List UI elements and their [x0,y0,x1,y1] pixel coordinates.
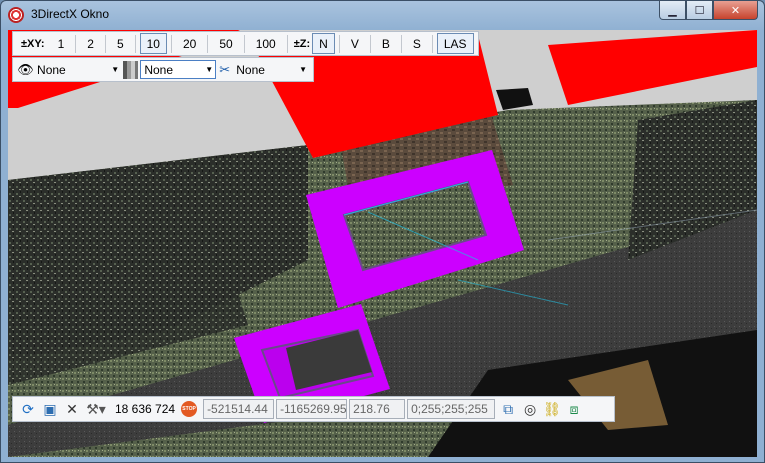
maximize-button[interactable]: ☐ [686,1,713,20]
filter-dropdown[interactable]: None ▼ [233,60,309,79]
visibility-value: None [37,62,66,77]
y-coordinate-field: -1165269.95 [276,399,348,419]
color-value-field: 0;255;255;255 [407,399,496,419]
separator [134,34,136,53]
step-button-20[interactable]: 20 [176,33,203,54]
view-button-n[interactable]: N [312,33,335,54]
z-label: ±Z: [293,37,311,50]
close-button[interactable]: ✕ [713,1,758,20]
sync-windows-icon[interactable]: ⧈ [563,399,585,419]
close-icon: ✕ [730,4,741,17]
chevron-down-icon: ▼ [299,65,308,74]
view-button-v[interactable]: V [344,33,366,54]
z-coordinate-field: 218.76 [349,399,406,419]
separator [170,34,172,53]
copy-icon[interactable]: ⧉ [497,399,519,419]
cross-icon[interactable]: ✕ [61,399,83,419]
step-button-2[interactable]: 2 [80,33,101,54]
chevron-down-icon: ▼ [111,65,120,74]
filter-value: None [236,62,265,77]
xy-label: ±XY: [21,37,45,50]
separator [286,34,288,53]
chevron-down-icon: ▼ [205,65,214,74]
visibility-dropdown[interactable]: None ▼ [34,60,121,79]
point-cloud-scene [8,30,757,457]
maximize-icon: ☐ [694,4,705,17]
separator [338,34,340,53]
status-bar: ⟳ ▣ ✕ ⚒▾ 18 636 724 STOP -521514.44 -116… [12,396,615,422]
step-button-5[interactable]: 5 [110,33,131,54]
xy-step-toolbar: ±XY: 1 2 5 10 20 50 100 ±Z: N V B S LAS [12,31,479,56]
link-icon[interactable]: ⛓ [541,399,563,419]
app-window: 3DirectX Okno ▁ ☐ ✕ ±XY: 1 2 5 10 20 50 … [0,0,765,463]
tools-dropdown-icon[interactable]: ⚒▾ [83,399,109,419]
view-button-b[interactable]: B [375,33,397,54]
display-options-toolbar: 👁 None ▼ None ▼ ✂ None ▼ [12,57,314,82]
app-logo-icon [8,7,24,23]
minimize-button[interactable]: ▁ [659,1,686,20]
separator [104,34,106,53]
step-button-1[interactable]: 1 [51,33,72,54]
steering-wheel-icon[interactable]: ◎ [519,399,541,419]
step-button-50[interactable]: 50 [212,33,239,54]
las-button[interactable]: LAS [436,33,474,54]
step-button-100[interactable]: 100 [249,33,283,54]
step-button-10[interactable]: 10 [139,33,167,54]
separator [369,34,371,53]
separator [243,34,245,53]
color-gradient-icon [123,60,139,79]
separator [207,34,209,53]
point-count: 18 636 724 [115,402,176,416]
separator [431,34,433,53]
color-value: None [144,62,174,77]
view-button-s[interactable]: S [406,33,428,54]
minimize-icon: ▁ [668,4,677,17]
separator [400,34,402,53]
filter-tool-icon: ✂ [219,61,231,77]
title-bar[interactable]: 3DirectX Okno ▁ ☐ ✕ [1,1,764,29]
color-dropdown[interactable]: None ▼ [140,60,217,79]
refresh-icon[interactable]: ⟳ [17,399,39,419]
stop-icon[interactable]: STOP [181,401,198,417]
image-icon[interactable]: ▣ [39,399,61,419]
separator [75,34,77,53]
window-title: 3DirectX Okno [31,7,110,21]
eye-icon: 👁 [17,61,34,77]
x-coordinate-field: -521514.44 [203,399,275,419]
point-cloud-viewport[interactable]: ±XY: 1 2 5 10 20 50 100 ±Z: N V B S LAS [8,30,757,457]
